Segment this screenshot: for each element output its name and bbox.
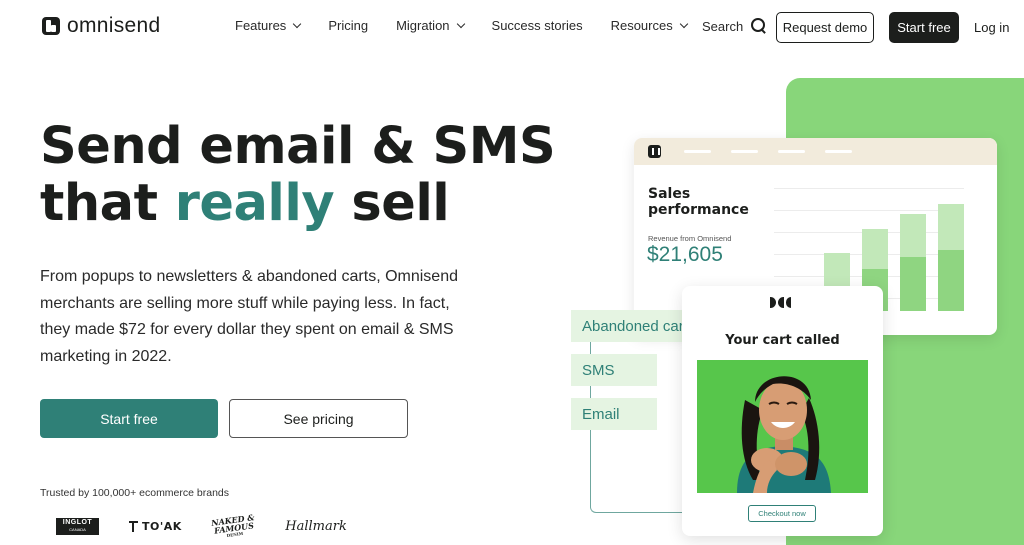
cart-email-title: Your cart called [725,333,840,348]
chevron-down-icon [679,19,688,28]
headline-line-2-start: that [40,174,175,233]
inglot-logo-subtext: CANADA [69,527,86,532]
inglot-logo: INGLOT CANADA [56,517,99,535]
hallmark-logo: Hallmark [285,518,347,534]
search-button[interactable]: Search [702,18,767,34]
revenue-label: Revenue from Omnisend [648,234,732,243]
hero-headline: Send email & SMS that really sell [40,117,556,233]
chevron-down-icon [293,19,302,28]
inglot-logo-text: INGLOT [62,519,93,526]
revenue-value: $21,605 [647,243,723,266]
menu-item-label: Resources [610,18,673,33]
toak-logo-text: TO'AK [142,519,182,533]
hero-description: From popups to newsletters & abandoned c… [40,268,458,365]
main-menu: Features Pricing Migration Success stori… [235,18,715,33]
model-photo [697,360,868,493]
grid-line [774,210,964,211]
toak-logo: TO'AK [129,520,182,533]
brand-mark-icon [770,297,791,308]
revenue-bar [938,204,964,311]
search-label: Search [702,18,744,34]
smiling-woman-illustration [737,376,831,493]
naked-famous-logo: NAKED & FAMOUS DENIM [210,512,257,540]
menu-item-migration[interactable]: Migration [396,18,465,33]
omnisend-logo-icon [42,17,60,35]
header-placeholder-pill [684,150,711,153]
header-placeholder-pill [825,150,852,153]
header-placeholder-pill [731,150,758,153]
menu-item-label: Migration [396,18,450,33]
menu-item-label: Features [235,18,287,33]
logo-text: omnisend [67,14,161,37]
checkout-now-button[interactable]: Checkout now [748,505,816,522]
headline-line-1: Send email & SMS [40,117,556,176]
nav-start-free-button[interactable]: Start free [889,12,959,43]
headline-accent: really [174,174,335,233]
revenue-bar [900,214,926,311]
cart-email-preview: Your cart called Checkout now [682,286,883,536]
request-demo-button[interactable]: Request demo [776,12,874,43]
menu-item-pricing[interactable]: Pricing [328,18,368,33]
revenue-bar-segment-dark [900,257,926,311]
menu-item-success-stories[interactable]: Success stories [492,18,583,33]
email-tag: Email [571,398,657,430]
start-free-button[interactable]: Start free [40,399,218,438]
trusted-by-text: Trusted by 100,000+ ecommerce brands [40,487,230,499]
omnisend-mini-logo-icon [648,145,661,158]
top-navigation: omnisend Features Pricing Migration Succ… [0,0,1024,56]
grid-line [774,188,964,189]
headline-line-2-end: sell [334,174,450,233]
omnisend-logo[interactable]: omnisend [42,14,160,38]
header-placeholder-pill [778,150,805,153]
see-pricing-button[interactable]: See pricing [229,399,408,438]
search-icon [751,18,767,34]
toak-mark-icon [129,521,138,532]
menu-item-features[interactable]: Features [235,18,302,33]
sales-title-line-1: Sales [648,186,691,202]
menu-item-label: Pricing [328,18,369,33]
login-link[interactable]: Log in [974,20,1009,35]
sales-performance-title: Sales performance [648,186,749,218]
revenue-bar-segment-dark [938,250,964,311]
brand-logos: INGLOT CANADA TO'AK NAKED & FAMOUS DENIM… [56,512,347,540]
sales-title-line-2: performance [648,202,749,218]
menu-item-resources[interactable]: Resources [610,18,688,33]
card-header [634,138,997,165]
chevron-down-icon [456,19,465,28]
sms-tag: SMS [571,354,657,386]
menu-item-label: Success stories [491,18,583,33]
